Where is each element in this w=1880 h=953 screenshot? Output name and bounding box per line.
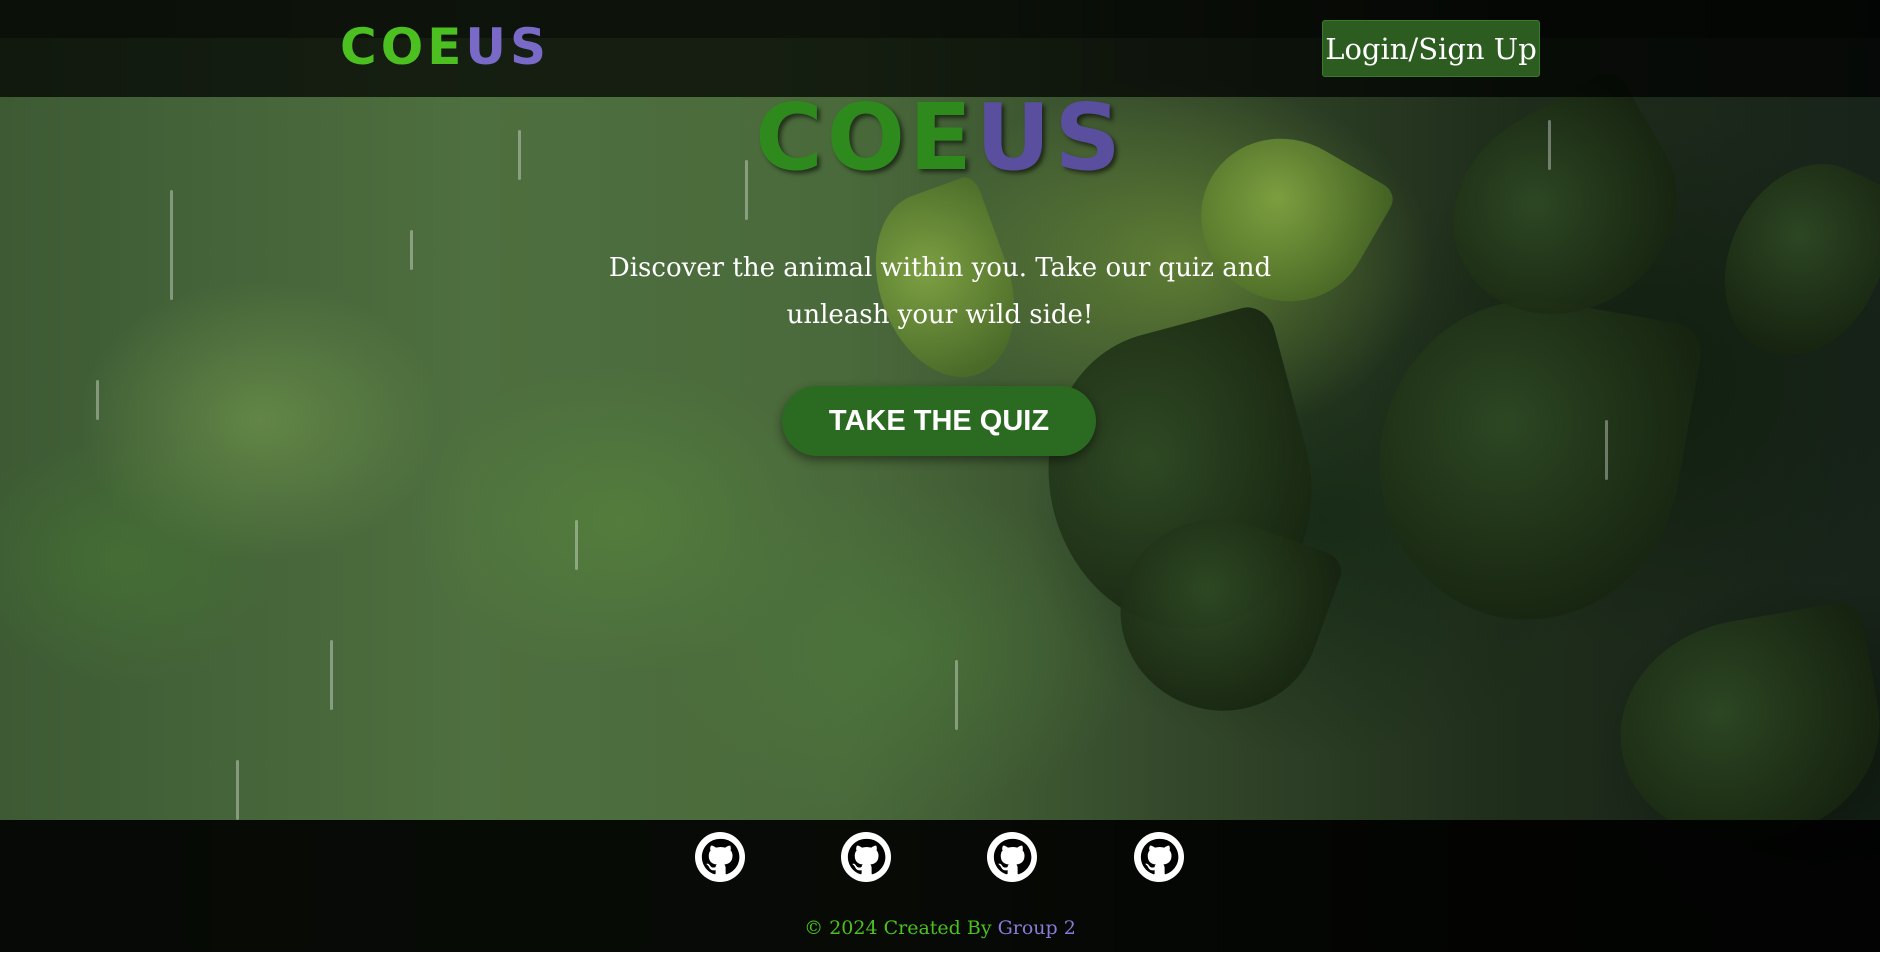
take-quiz-button[interactable]: TAKE THE QUIZ xyxy=(782,386,1096,456)
hero-tagline: Discover the animal within you. Take our… xyxy=(608,253,1272,330)
login-signup-button[interactable]: Login/Sign Up xyxy=(1322,20,1540,77)
brand-logo-part2: US xyxy=(465,18,550,76)
copyright-part1: © 2024 Created By xyxy=(804,917,998,939)
hero-title: COEUS xyxy=(0,88,1880,188)
github-icon xyxy=(1134,832,1184,882)
github-link-1[interactable] xyxy=(695,832,745,882)
brand-logo-part1: COE xyxy=(340,18,466,76)
github-link-3[interactable] xyxy=(987,832,1037,882)
github-icon xyxy=(987,832,1037,882)
copyright-part2: Group 2 xyxy=(997,917,1076,939)
hero-title-part2: US xyxy=(975,84,1125,191)
brand-logo[interactable]: COEUS xyxy=(340,14,550,80)
github-icon xyxy=(695,832,745,882)
copyright-text: © 2024 Created By Group 2 xyxy=(0,914,1880,942)
navbar xyxy=(0,0,1880,97)
github-link-4[interactable] xyxy=(1134,832,1184,882)
page: COEUS Login/Sign Up COEUS Discover the a… xyxy=(0,0,1880,953)
github-icon xyxy=(841,832,891,882)
github-link-2[interactable] xyxy=(841,832,891,882)
hero-title-part1: COE xyxy=(755,84,976,191)
